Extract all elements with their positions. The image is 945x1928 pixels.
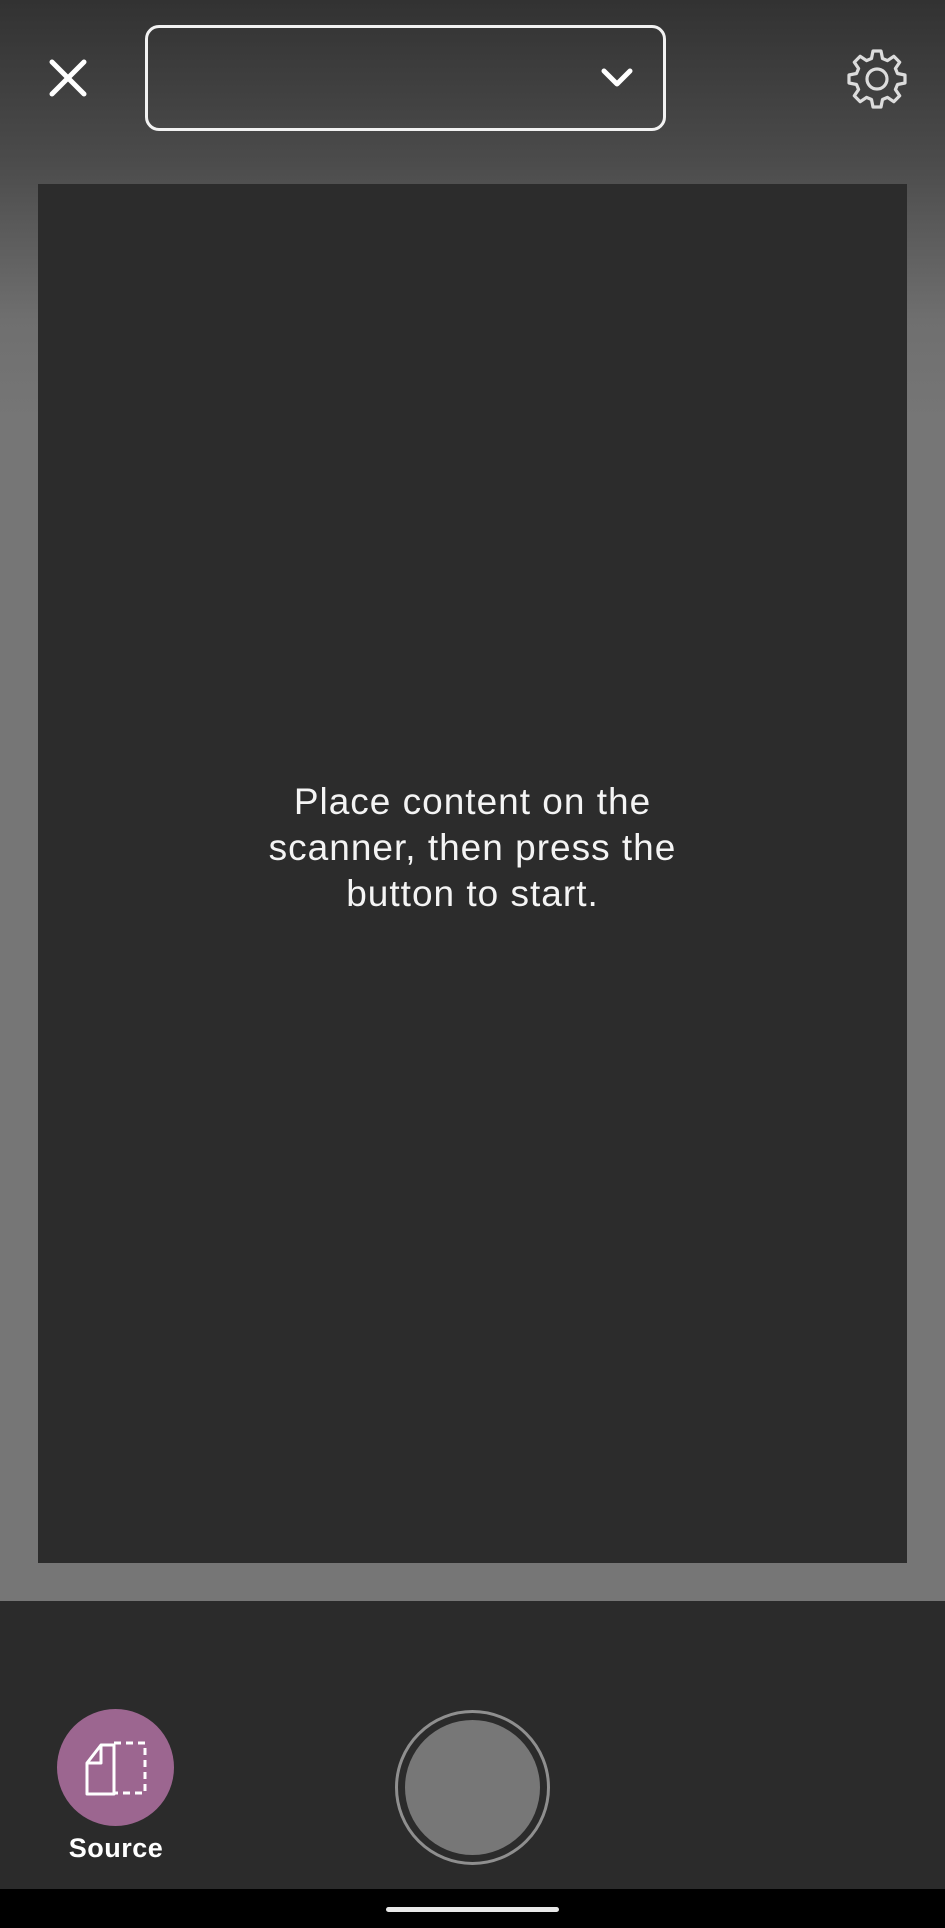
scan-screen: Place content on the scanner, then press… <box>0 0 945 1928</box>
source-label: Source <box>68 1833 164 1863</box>
chevron-down-icon <box>599 60 635 96</box>
settings-button[interactable] <box>844 46 910 112</box>
home-indicator[interactable] <box>386 1907 559 1912</box>
source-button[interactable] <box>57 1709 174 1826</box>
close-button[interactable] <box>40 50 96 106</box>
shutter-inner-circle <box>405 1720 540 1855</box>
instruction-message: Place content on the scanner, then press… <box>268 780 677 914</box>
bottom-toolbar: Source <box>0 1601 945 1889</box>
gear-icon <box>847 49 907 109</box>
scanner-area: Place content on the scanner, then press… <box>0 0 945 1601</box>
system-navigation-bar <box>0 1889 945 1928</box>
scanner-profile-dropdown[interactable] <box>145 25 666 131</box>
source-page-icon <box>85 1741 146 1795</box>
scan-preview-area: Place content on the scanner, then press… <box>38 184 907 1563</box>
close-icon <box>49 59 87 97</box>
scan-start-button[interactable] <box>395 1710 550 1865</box>
